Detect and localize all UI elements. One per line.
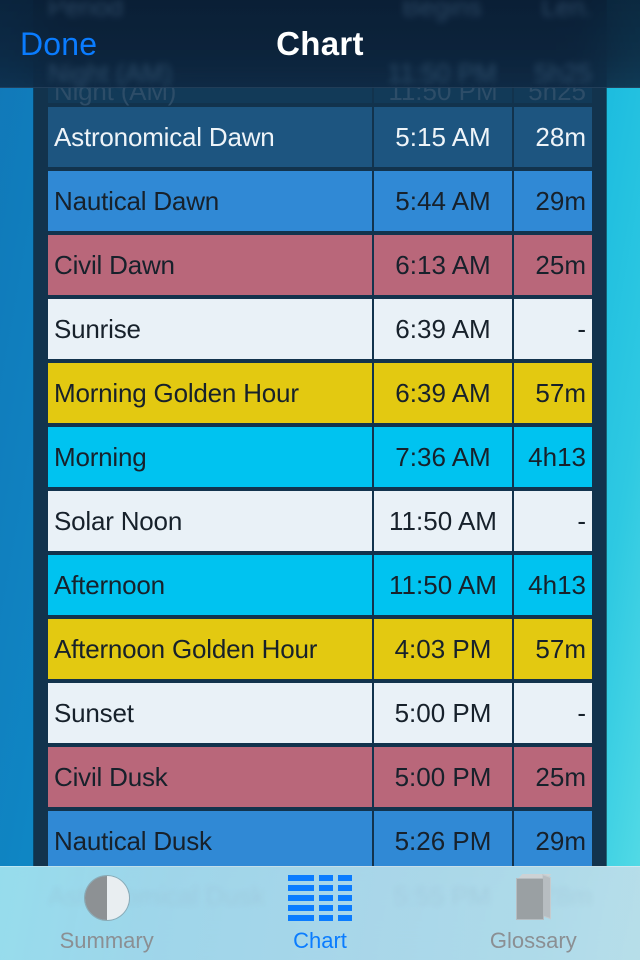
grid-icon-cell [287,894,314,901]
ghost-header-row: Period Begins Len. [48,0,596,23]
table-row[interactable]: Civil Dusk 5:00 PM 25m [48,747,592,807]
cell-period: Afternoon [48,555,372,615]
cell-begins: 6:39 AM [374,299,512,359]
cell-length: - [514,491,592,551]
cell-begins: 7:36 AM [374,427,512,487]
cell-period: Astronomical Dawn [48,107,372,167]
cell-begins: 11:50 AM [374,491,512,551]
cell-length: 28m [514,107,592,167]
grid-icon-cell [337,874,352,881]
cell-period: Sunset [48,683,372,743]
grid-icon-cell [337,884,352,891]
grid-icon-cell [287,914,314,921]
table-row[interactable]: Morning 7:36 AM 4h13 [48,427,592,487]
cell-period: Morning [48,427,372,487]
cell-period: Civil Dusk [48,747,372,807]
grid-icon-cell [337,904,352,911]
moon-phase-icon [84,874,129,922]
tab-summary[interactable]: Summary [0,867,213,960]
tab-chart[interactable]: Chart [213,867,426,960]
table-grid-icon [287,874,352,922]
cell-begins: 4:03 PM [374,619,512,679]
cell-begins: 5:26 PM [374,811,512,866]
grid-icon-cell [287,904,314,911]
grid-icon-cell [318,894,333,901]
cell-period: Sunrise [48,299,372,359]
grid-icon-cell [287,874,314,881]
table-row[interactable]: Afternoon Golden Hour 4:03 PM 57m [48,619,592,679]
cell-begins: 11:50 AM [374,555,512,615]
grid-icon-cell [318,884,333,891]
cell-length: - [514,683,592,743]
cell-length: 4h13 [514,555,592,615]
cell-period: Nautical Dawn [48,171,372,231]
cell-length: - [514,299,592,359]
cell-begins: 5:15 AM [374,107,512,167]
grid-icon-cell [318,874,333,881]
cell-period: Morning Golden Hour [48,363,372,423]
chart-table-container[interactable]: Night (AM) 11:50 PM 5h25 Astronomical Dawn 5… [34,0,606,866]
grid-icon-cell [318,914,333,921]
tab-bar: Astronomical Dusk 5:55 PM 28m Summary Ch… [0,866,640,960]
table-row[interactable]: Civil Dawn 6:13 AM 25m [48,235,592,295]
cell-length: 25m [514,235,592,295]
table-row[interactable]: Astronomical Dawn 5:15 AM 28m [48,107,592,167]
table-row[interactable]: Sunset 5:00 PM - [48,683,592,743]
cell-period: Civil Dawn [48,235,372,295]
ghost-header-begins: Begins [402,0,482,22]
cell-length: 57m [514,619,592,679]
table-row[interactable]: Solar Noon 11:50 AM - [48,491,592,551]
table-row[interactable]: Sunrise 6:39 AM - [48,299,592,359]
cell-period: Solar Noon [48,491,372,551]
cell-begins: 6:13 AM [374,235,512,295]
tab-glossary[interactable]: Glossary [427,867,640,960]
table-row[interactable]: Afternoon 11:50 AM 4h13 [48,555,592,615]
cell-period: Afternoon Golden Hour [48,619,372,679]
table-row[interactable]: Nautical Dusk 5:26 PM 29m [48,811,592,866]
cell-length: 25m [514,747,592,807]
cell-begins: 5:00 PM [374,747,512,807]
book-icon [512,873,554,922]
tab-glossary-label: Glossary [489,927,577,953]
cell-length: 57m [514,363,592,423]
tab-chart-label: Chart [293,927,347,953]
cell-period: Nautical Dusk [48,811,372,866]
grid-icon-cell [287,884,314,891]
chart-table-scroll[interactable]: Night (AM) 11:50 PM 5h25 Astronomical Dawn 5… [48,78,592,866]
grid-icon-cell [337,894,352,901]
navigation-bar: Period Begins Len. Night (AM) 11:50 PM 5… [0,0,640,88]
table-row[interactable]: Morning Golden Hour 6:39 AM 57m [48,363,592,423]
page-title: Chart [276,25,364,62]
cell-length: 29m [514,811,592,866]
cell-length: 4h13 [514,427,592,487]
cell-begins: 5:44 AM [374,171,512,231]
ghost-header-length: Len. [541,0,592,22]
app-screen: Night (AM) 11:50 PM 5h25 Astronomical Dawn 5… [0,0,640,960]
tab-summary-label: Summary [59,927,154,953]
grid-icon-cell [337,914,352,921]
cell-begins: 6:39 AM [374,363,512,423]
cell-begins: 5:00 PM [374,683,512,743]
grid-icon-cell [318,904,333,911]
ghost-header-period: Period [48,0,124,22]
cell-length: 29m [514,171,592,231]
table-row[interactable]: Nautical Dawn 5:44 AM 29m [48,171,592,231]
